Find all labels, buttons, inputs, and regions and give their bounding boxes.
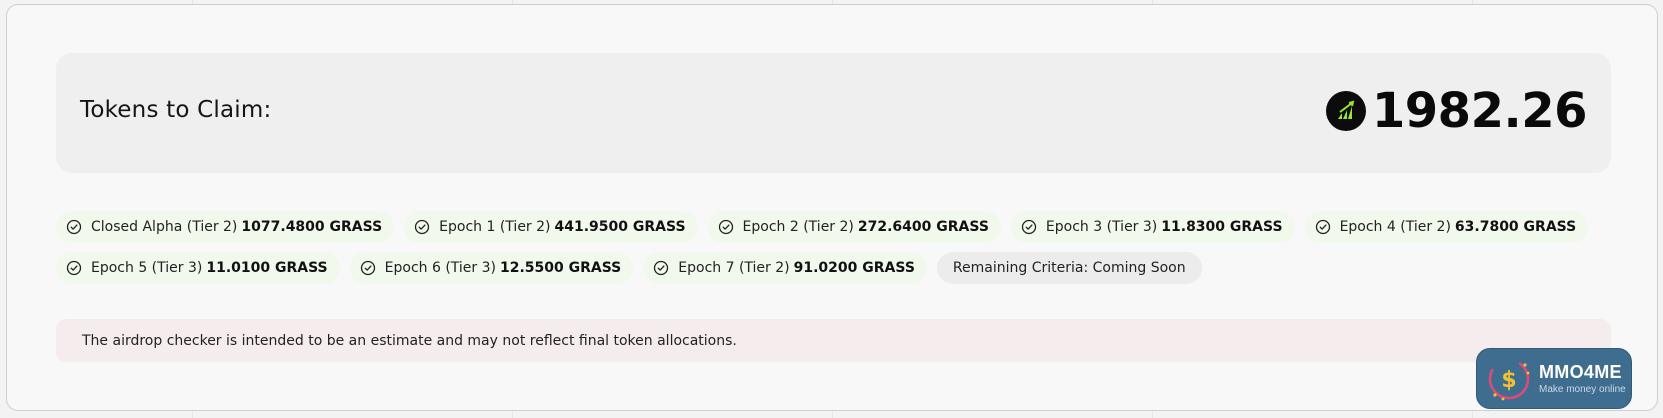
criteria-label: Epoch 1 (Tier 2) [439, 219, 551, 235]
watermark-brand: MMO4ME [1539, 362, 1622, 382]
criteria-chip: Epoch 2 (Tier 2) 272.6400 GRASS [707, 211, 1001, 243]
check-circle-icon [66, 219, 82, 235]
watermark-tagline: Make money online [1539, 384, 1626, 395]
grass-token-icon [1325, 91, 1366, 131]
criteria-row: Closed Alpha (Tier 2) 1077.4800 GRASS Epoc… [56, 211, 1589, 243]
criteria-label: Epoch 4 (Tier 2) [1339, 219, 1451, 235]
criteria-label: Closed Alpha (Tier 2) [91, 219, 238, 235]
mmo4me-watermark: $ MMO4ME Make money online [1476, 348, 1632, 409]
svg-text:$: $ [1501, 368, 1516, 393]
criteria-chip: Epoch 3 (Tier 3) 11.8300 GRASS [1010, 211, 1295, 243]
criteria-chip: Epoch 7 (Tier 2) 91.0200 GRASS [643, 252, 927, 284]
check-circle-icon [360, 260, 375, 276]
criteria-value: 63.7800 GRASS [1454, 219, 1577, 235]
criteria-value: 1077.4800 GRASS [241, 219, 383, 235]
criteria-value: 441.9500 GRASS [554, 219, 686, 235]
criteria-row: Epoch 5 (Tier 3) 11.0100 GRASS Epoch 6 (Ti… [56, 252, 1576, 284]
check-circle-icon [654, 260, 669, 276]
criteria-chip: Epoch 6 (Tier 3) 12.5500 GRASS [349, 252, 634, 284]
criteria-chip: Epoch 4 (Tier 2) 63.7800 GRASS [1304, 211, 1589, 243]
criteria-label: Epoch 5 (Tier 3) [91, 260, 203, 276]
criteria-label: Epoch 3 (Tier 3) [1045, 219, 1158, 235]
check-circle-icon [66, 260, 82, 276]
check-circle-icon [1021, 219, 1037, 235]
criteria-value: 11.8300 GRASS [1161, 219, 1283, 235]
claim-amount-value: 1982.26 [1371, 83, 1588, 139]
criteria-chip: Epoch 1 (Tier 2) 441.9500 GRASS [404, 211, 698, 243]
criteria-chips: Closed Alpha (Tier 2) 1077.4800 GRASS Epoc… [56, 211, 1589, 293]
criteria-value: 272.6400 GRASS [857, 219, 989, 235]
criteria-value: 91.0200 GRASS [793, 260, 915, 276]
remaining-criteria-chip: Remaining Criteria: Coming Soon [936, 252, 1202, 284]
estimate-disclaimer: The airdrop checker is intended to be an… [56, 319, 1611, 362]
criteria-chip: Closed Alpha (Tier 2) 1077.4800 GRASS [56, 211, 395, 243]
dollar-coin-icon: $ [1488, 358, 1530, 400]
criteria-value: 12.5500 GRASS [499, 260, 622, 276]
tokens-to-claim-panel: Tokens to Claim: 1982.26 [56, 53, 1611, 173]
criteria-label: Epoch 6 (Tier 3) [384, 260, 496, 276]
check-circle-icon [415, 219, 430, 235]
check-circle-icon [1315, 219, 1330, 235]
claim-amount: 1982.26 [1325, 83, 1588, 139]
criteria-value: 11.0100 GRASS [206, 260, 328, 276]
criteria-label: Epoch 7 (Tier 2) [678, 260, 790, 276]
criteria-label: Epoch 2 (Tier 2) [742, 219, 854, 235]
criteria-chip: Epoch 5 (Tier 3) 11.0100 GRASS [56, 252, 340, 284]
airdrop-card: Tokens to Claim: 1982.26 Closed Alpha (T… [6, 4, 1658, 411]
check-circle-icon [718, 219, 733, 235]
tokens-to-claim-label: Tokens to Claim: [80, 97, 272, 123]
